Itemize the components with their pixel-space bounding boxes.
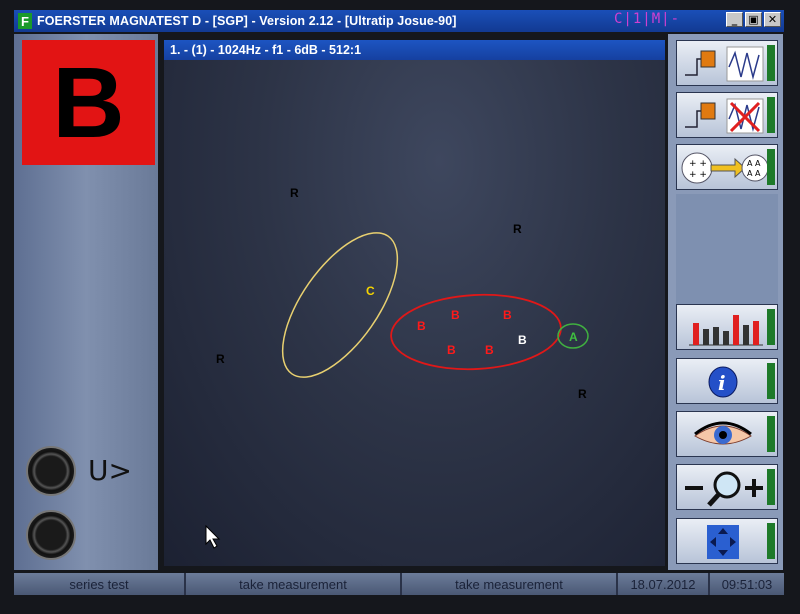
status-series-test: series test (14, 573, 186, 595)
tolerance-ellipses (281, 232, 589, 378)
plot-mark-r: R (513, 222, 522, 236)
svg-text:+ +: + + (689, 170, 707, 180)
transfer-icon: + + + + A A A A (681, 152, 769, 184)
app-logo-icon: F (18, 13, 32, 29)
plot-mark-b: B (503, 308, 512, 322)
bar-chart-icon (689, 315, 763, 346)
left-panel: B U> (14, 34, 158, 570)
transfer-button[interactable]: + + + + A A A A (676, 144, 778, 190)
close-button[interactable]: ✕ (764, 12, 781, 27)
plot-area[interactable]: RRCBBBABBBRR (164, 60, 665, 566)
zoom-icon (685, 471, 763, 507)
button-tab (767, 363, 775, 399)
result-indicator: B (22, 40, 155, 165)
signal-reject-icon (685, 98, 764, 134)
machine-screen: F FOERSTER MAGNATEST D - [SGP] - Version… (0, 0, 800, 614)
upper-knob[interactable] (26, 446, 76, 496)
view-button[interactable] (676, 411, 778, 457)
info-icon: i (708, 366, 738, 398)
button-tab (767, 149, 775, 185)
plot-mark-r: R (216, 352, 225, 366)
plot-mark-r: R (578, 387, 587, 401)
lower-knob[interactable] (26, 510, 76, 560)
knob-label: U> (88, 454, 132, 487)
button-tab (767, 469, 775, 505)
minimize-button[interactable]: _ (726, 12, 743, 27)
button-tab (767, 97, 775, 133)
ellipse-c (281, 232, 399, 378)
plot-mark-b: B (417, 319, 426, 333)
ellipse-b (390, 293, 562, 371)
result-letter: B (52, 46, 125, 159)
svg-text:A A: A A (747, 159, 761, 168)
button-tab (767, 45, 775, 81)
eye-icon (694, 421, 752, 445)
zoom-button[interactable] (676, 464, 778, 510)
plot-mark-b: B (485, 343, 494, 357)
mouse-cursor-icon (205, 525, 221, 549)
svg-text:i: i (718, 371, 726, 395)
statistics-button[interactable] (676, 304, 778, 350)
plot-header: 1. - (1) - 1024Hz - f1 - 6dB - 512:1 (164, 40, 665, 60)
svg-text:+ +: + + (689, 159, 707, 169)
status-time: 09:51:03 (710, 573, 784, 595)
button-tab (767, 309, 775, 345)
plot-mark-r: R (290, 186, 299, 200)
move-button[interactable] (676, 518, 778, 564)
info-button[interactable]: i (676, 358, 778, 404)
plot-mark-a: A (569, 330, 578, 344)
window-title: FOERSTER MAGNATEST D - [SGP] - Version 2… (37, 14, 457, 28)
title-bar: F FOERSTER MAGNATEST D - [SGP] - Version… (14, 10, 784, 32)
plot-mark-b: B (518, 333, 527, 347)
plot-mark-b: B (447, 343, 456, 357)
right-panel-spacer (676, 194, 778, 304)
plot-mark-b: B (451, 308, 460, 322)
reject-signal-button[interactable] (676, 92, 778, 138)
restore-button[interactable]: ▣ (745, 12, 762, 27)
button-tab (767, 523, 775, 559)
button-tab (767, 416, 775, 452)
status-measurement-2: take measurement (402, 573, 618, 595)
move-icon (707, 525, 739, 559)
status-measurement-1: take measurement (186, 573, 402, 595)
status-bar: series test take measurement take measur… (14, 573, 784, 595)
right-panel: + + + + A A A A i (668, 34, 783, 570)
signal-acquire-icon (685, 46, 764, 82)
mode-indicator: C|1|M|- (614, 11, 681, 27)
plot-mark-c: C (366, 284, 375, 298)
acquire-signal-button[interactable] (676, 40, 778, 86)
svg-text:A A: A A (747, 169, 761, 178)
status-date: 18.07.2012 (618, 573, 710, 595)
